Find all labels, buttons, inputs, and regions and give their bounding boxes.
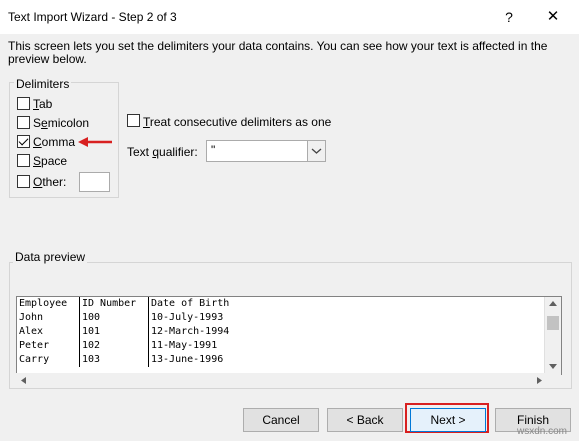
vertical-scrollbar[interactable]: [544, 297, 561, 373]
red-arrow-icon: [78, 137, 112, 147]
close-button[interactable]: ✕: [541, 5, 565, 29]
help-button[interactable]: ?: [497, 5, 521, 29]
step-description: This screen lets you set the delimiters …: [8, 39, 548, 66]
window-title: Text Import Wizard - Step 2 of 3: [8, 10, 177, 24]
preview-cell: Employee: [17, 297, 80, 311]
preview-cell: 10-July-1993: [151, 312, 224, 323]
next-button[interactable]: Next >: [410, 408, 486, 432]
preview-cell: Peter: [17, 339, 80, 353]
space-label[interactable]: Space: [33, 154, 67, 168]
data-preview-label: Data preview: [13, 250, 88, 264]
back-button[interactable]: < Back: [327, 408, 403, 432]
text-qualifier-value: ": [211, 143, 216, 157]
preview-cell: 100: [79, 311, 149, 325]
space-checkbox[interactable]: [17, 154, 30, 167]
text-qualifier-label: Text qualifier:: [127, 145, 198, 159]
dropdown-arrow[interactable]: [307, 141, 325, 161]
preview-cell: 12-March-1994: [151, 326, 230, 337]
preview-cell: Carry: [17, 353, 80, 367]
preview-table: Employee ID Number Date of Birth John 100 10-…: [17, 297, 353, 367]
watermark: wsxdn.com: [516, 426, 567, 437]
consecutive-delimiters-label[interactable]: Treat consecutive delimiters as one: [143, 115, 331, 129]
tab-label[interactable]: Tab: [33, 97, 52, 111]
preview-cell: 102: [79, 339, 149, 353]
preview-cell: Alex: [17, 325, 80, 339]
preview-row: John 100 10-July-1993: [17, 311, 353, 325]
preview-row: Employee ID Number Date of Birth: [17, 297, 353, 311]
preview-cell: 103: [79, 353, 149, 367]
consecutive-delimiters-checkbox[interactable]: [127, 114, 140, 127]
scroll-left-icon: [21, 377, 26, 384]
delimiters-group-label: Delimiters: [14, 77, 72, 91]
horizontal-scrollbar[interactable]: [16, 373, 561, 388]
scroll-right-icon: [537, 377, 542, 384]
semicolon-label[interactable]: Semicolon: [33, 116, 89, 130]
preview-row: Peter 102 11-May-1991: [17, 339, 353, 353]
preview-cell: ID Number: [79, 297, 149, 311]
preview-cell: Date of Birth: [151, 298, 230, 309]
preview-cell: 13-June-1996: [151, 354, 224, 365]
preview-cell: John: [17, 311, 80, 325]
tab-checkbox[interactable]: [17, 97, 30, 110]
preview-row: Carry 103 13-June-1996: [17, 353, 353, 367]
preview-cell: 101: [79, 325, 149, 339]
scroll-thumb: [547, 316, 559, 330]
comma-label[interactable]: Comma: [33, 135, 75, 149]
chevron-down-icon: [311, 148, 322, 154]
other-checkbox[interactable]: [17, 175, 30, 188]
title-bar: Text Import Wizard - Step 2 of 3 ? ✕: [0, 0, 579, 34]
text-qualifier-select[interactable]: ": [206, 140, 326, 162]
scroll-down-icon: [549, 364, 557, 369]
semicolon-checkbox[interactable]: [17, 116, 30, 129]
cancel-button[interactable]: Cancel: [243, 408, 319, 432]
preview-cell: 11-May-1991: [151, 340, 218, 351]
other-label[interactable]: Other:: [33, 175, 66, 189]
scroll-up-icon: [549, 301, 557, 306]
comma-checkbox[interactable]: [17, 135, 30, 148]
preview-row: Alex 101 12-March-1994: [17, 325, 353, 339]
other-delimiter-input[interactable]: [79, 172, 110, 192]
data-preview-grid[interactable]: Employee ID Number Date of Birth John 100 10-…: [16, 296, 562, 375]
